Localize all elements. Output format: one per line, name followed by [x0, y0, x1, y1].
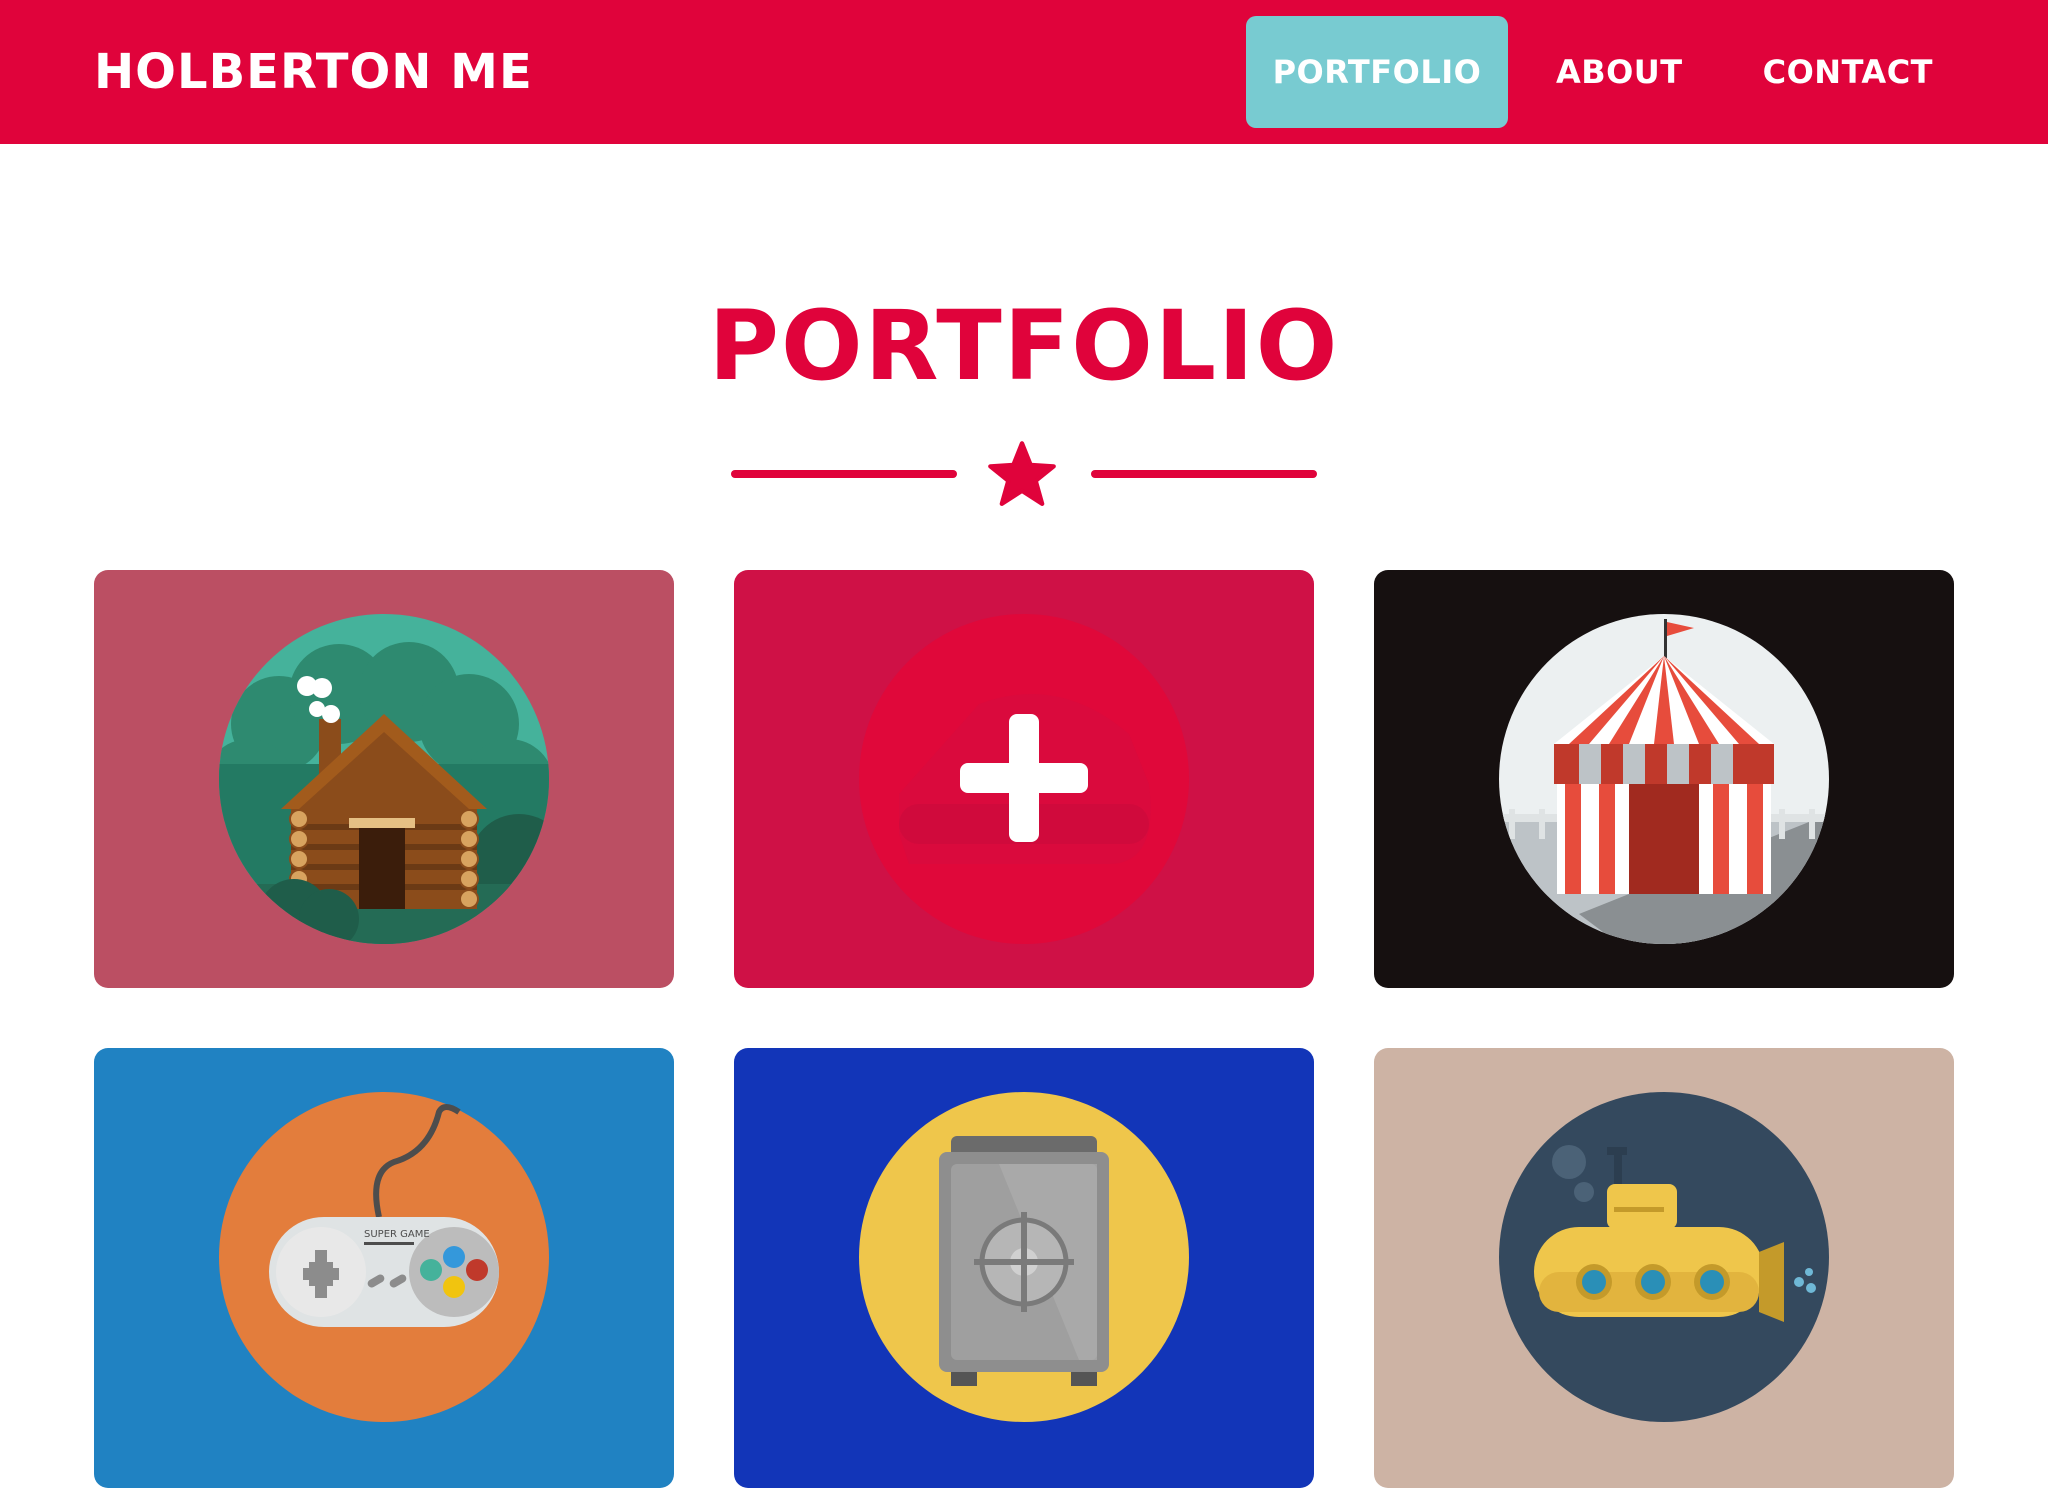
- controller-label: SUPER GAME: [364, 1229, 430, 1240]
- star-icon: [988, 441, 1056, 506]
- title-divider: [0, 435, 2048, 515]
- nav-link-portfolio[interactable]: PORTFOLIO: [1245, 16, 1508, 128]
- nav-link-about[interactable]: ABOUT: [1524, 16, 1715, 128]
- portfolio-item-submarine[interactable]: [1374, 1048, 1954, 1488]
- portfolio-item-cabin[interactable]: [94, 570, 674, 988]
- submarine-icon: [1499, 1092, 1829, 1422]
- plus-icon: [859, 614, 1189, 944]
- divider-line-left: [731, 470, 957, 478]
- portfolio-item-circus[interactable]: [1374, 570, 1954, 988]
- safe-icon: [859, 1092, 1189, 1422]
- nav-link-contact[interactable]: CONTACT: [1731, 16, 1965, 128]
- nav-links: PORTFOLIO ABOUT CONTACT: [1230, 16, 1965, 128]
- divider-line-right: [1091, 470, 1317, 478]
- portfolio-item-controller[interactable]: SUPER GAME: [94, 1048, 674, 1488]
- circus-tent-icon: [1499, 614, 1829, 944]
- game-controller-icon: SUPER GAME: [219, 1092, 549, 1422]
- log-cabin-icon: [219, 614, 549, 944]
- brand-logo[interactable]: HOLBERTON ME: [94, 44, 533, 100]
- section-title: PORTFOLIO: [708, 290, 1340, 402]
- portfolio-item-hover[interactable]: [734, 570, 1314, 988]
- portfolio-item-safe[interactable]: [734, 1048, 1314, 1488]
- navbar: HOLBERTON ME PORTFOLIO ABOUT CONTACT: [0, 0, 2048, 144]
